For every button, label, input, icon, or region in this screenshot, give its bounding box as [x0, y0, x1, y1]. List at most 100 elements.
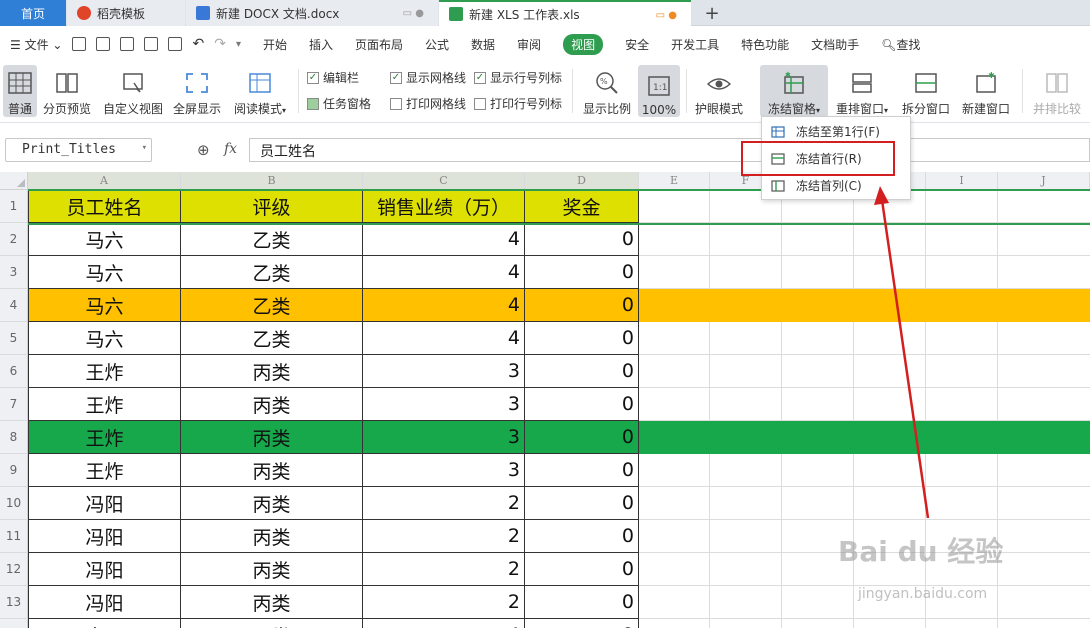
cell-sales[interactable]: 3	[363, 421, 525, 454]
zoom-button[interactable]: % 显示比例	[580, 65, 634, 117]
new-window-button[interactable]: ✱ 新建窗口	[958, 65, 1014, 117]
side-by-side-button[interactable]: 并排比较	[1030, 65, 1084, 117]
header-cell[interactable]: 销售业绩（万）	[363, 190, 525, 223]
header-cell[interactable]: 评级	[181, 190, 363, 223]
row-header-13[interactable]: 13	[0, 586, 28, 619]
column-header-d[interactable]: D	[525, 172, 639, 190]
cell-bonus[interactable]: 0	[525, 289, 639, 322]
edit-bar-checkbox[interactable]: ✓ 编辑栏	[307, 69, 359, 86]
undo-icon[interactable]: ↶	[192, 36, 204, 52]
row-header-12[interactable]: 12	[0, 553, 28, 586]
cell-name[interactable]: 李四	[28, 619, 181, 628]
cell-name[interactable]: 冯阳	[28, 586, 181, 619]
row-header-11[interactable]: 11	[0, 520, 28, 553]
print-gridlines-checkbox[interactable]: 打印网格线	[390, 95, 466, 112]
reading-mode-button[interactable]: 阅读模式▾	[230, 65, 290, 117]
file-menu[interactable]: ☰ 文件 ⌄	[10, 36, 62, 53]
row-header-4[interactable]: 4	[0, 289, 28, 322]
cell-name[interactable]: 王炸	[28, 454, 181, 487]
cell-name[interactable]: 马六	[28, 322, 181, 355]
cell-bonus[interactable]: 0	[525, 256, 639, 289]
row-header-7[interactable]: 7	[0, 388, 28, 421]
row-header-9[interactable]: 9	[0, 454, 28, 487]
row-header-1[interactable]: 1	[0, 190, 28, 223]
cell-sales[interactable]: 3	[363, 388, 525, 421]
header-cell[interactable]: 员工姓名	[28, 190, 181, 223]
row-header-6[interactable]: 6	[0, 355, 28, 388]
cell-name[interactable]: 马六	[28, 289, 181, 322]
format-painter-icon[interactable]	[120, 37, 135, 51]
new-tab-button[interactable]: +	[700, 0, 724, 26]
print-icon[interactable]	[144, 37, 159, 51]
normal-view-button[interactable]: 普通	[3, 65, 37, 117]
cell-grade[interactable]: 乙类	[181, 223, 363, 256]
show-headers-checkbox[interactable]: ✓ 显示行号列标	[474, 69, 562, 86]
task-pane-checkbox[interactable]: 任务窗格	[307, 95, 371, 112]
quick-access-more-icon[interactable]: ▾	[236, 39, 241, 50]
cell-bonus[interactable]: 0	[525, 223, 639, 256]
cell-sales[interactable]: 2	[363, 586, 525, 619]
open-folder-icon[interactable]	[72, 37, 87, 51]
cell-grade[interactable]: 乙类	[181, 289, 363, 322]
cell-bonus[interactable]: 0	[525, 421, 639, 454]
select-all-corner[interactable]	[0, 172, 28, 190]
magnifier-icon[interactable]: ⊕	[197, 141, 210, 159]
column-header-b[interactable]: B	[181, 172, 363, 190]
tab-docx[interactable]: 新建 DOCX 文档.docx ▭ ●	[186, 0, 438, 26]
zoom-100-button[interactable]: 1:1 100%	[638, 65, 680, 117]
cell-bonus[interactable]: 0	[525, 454, 639, 487]
fullscreen-button[interactable]: 全屏显示	[172, 65, 222, 117]
freeze-to-row-item[interactable]: 冻结至第1行(F)	[770, 120, 880, 142]
cell-name[interactable]: 王炸	[28, 388, 181, 421]
save-icon[interactable]	[96, 37, 111, 51]
cell-sales[interactable]: 2	[363, 553, 525, 586]
column-header-e[interactable]: E	[639, 172, 710, 190]
cell-sales[interactable]: 2	[363, 487, 525, 520]
tab-xls[interactable]: 新建 XLS 工作表.xls ▭ ●	[439, 0, 691, 26]
print-headers-checkbox[interactable]: 打印行号列标	[474, 95, 562, 112]
freeze-panes-button[interactable]: ✱ 冻结窗格▾	[760, 65, 828, 117]
tab-docx-close-icon[interactable]: ▭ ●	[403, 8, 424, 19]
print-preview-icon[interactable]	[168, 37, 183, 51]
cell-name[interactable]: 马六	[28, 223, 181, 256]
show-gridlines-checkbox[interactable]: ✓ 显示网格线	[390, 69, 466, 86]
row-header-5[interactable]: 5	[0, 322, 28, 355]
menu-doc-assistant[interactable]: 文档助手	[811, 36, 859, 53]
column-header-c[interactable]: C	[363, 172, 525, 190]
custom-view-button[interactable]: 自定义视图	[102, 65, 164, 117]
cell-sales[interactable]: 3	[363, 355, 525, 388]
cell-sales[interactable]: 3	[363, 454, 525, 487]
menu-insert[interactable]: 插入	[309, 36, 333, 53]
search-button[interactable]: 🔍︎查找	[881, 36, 920, 53]
row-header-10[interactable]: 10	[0, 487, 28, 520]
cell-sales[interactable]: 4	[363, 223, 525, 256]
cell-bonus[interactable]: 0	[525, 520, 639, 553]
formula-input[interactable]: 员工姓名	[249, 138, 1090, 162]
menu-security[interactable]: 安全	[625, 36, 649, 53]
menu-formula[interactable]: 公式	[425, 36, 449, 53]
menu-review[interactable]: 审阅	[517, 36, 541, 53]
function-icon[interactable]: fx	[224, 141, 237, 157]
cell-grade[interactable]: 丙类	[181, 388, 363, 421]
cell-name[interactable]: 马六	[28, 256, 181, 289]
tab-template[interactable]: 稻壳模板	[67, 0, 185, 26]
redo-icon[interactable]: ↷	[214, 36, 226, 52]
cell-bonus[interactable]: 0	[525, 586, 639, 619]
arrange-windows-button[interactable]: 重排窗口▾	[832, 65, 892, 117]
row-header-8[interactable]: 8	[0, 421, 28, 454]
cell-sales[interactable]: 4	[363, 619, 525, 628]
cell-grade[interactable]: 丙类	[181, 487, 363, 520]
column-header-j[interactable]: J	[998, 172, 1090, 190]
freeze-first-col-item[interactable]: 冻结首列(C)	[770, 174, 862, 196]
tab-home[interactable]: 首页	[0, 0, 66, 26]
menu-data[interactable]: 数据	[471, 36, 495, 53]
cell-bonus[interactable]: 0	[525, 355, 639, 388]
cell-grade[interactable]: 丙类	[181, 454, 363, 487]
cell-sales[interactable]: 2	[363, 520, 525, 553]
menu-start[interactable]: 开始	[263, 36, 287, 53]
cell-grade[interactable]: 丙类	[181, 520, 363, 553]
eye-care-button[interactable]: 护眼模式	[692, 65, 746, 117]
cell-bonus[interactable]: 0	[525, 553, 639, 586]
name-box[interactable]: Print_Titles ▾	[5, 138, 152, 162]
row-header-2[interactable]: 2	[0, 223, 28, 256]
